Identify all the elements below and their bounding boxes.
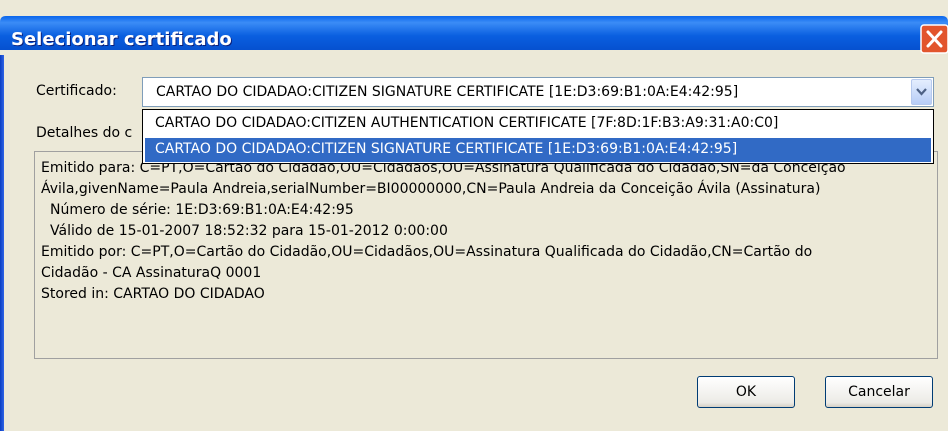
- close-icon: [920, 24, 948, 54]
- close-button[interactable]: [920, 24, 948, 54]
- cancel-button[interactable]: Cancelar: [825, 376, 933, 408]
- certificate-select-value: CARTAO DO CIDADAO:CITIZEN SIGNATURE CERT…: [156, 84, 739, 100]
- window-border: [0, 55, 4, 431]
- details-line: Número de série: 1E:D3:69:B1:0A:E4:42:95: [50, 202, 354, 218]
- dropdown-option-signature[interactable]: CARTAO DO CIDADAO:CITIZEN SIGNATURE CERT…: [145, 138, 931, 162]
- dropdown-button[interactable]: [911, 79, 932, 105]
- details-line: Cidadão - CA AssinaturaQ 0001: [41, 265, 262, 281]
- details-line: Emitido por: C=PT,O=Cartão do Cidadão,OU…: [41, 244, 813, 260]
- details-line: Válido de 15-01-2007 18:52:32 para 15-01…: [50, 223, 448, 239]
- chevron-down-icon: [916, 88, 927, 96]
- dropdown-option-authentication[interactable]: CARTAO DO CIDADAO:CITIZEN AUTHENTICATION…: [145, 112, 931, 136]
- certificate-label: Certificado:: [36, 83, 117, 99]
- details-line: Ávila,givenName=Paula Andreia,serialNumb…: [41, 181, 821, 197]
- certificate-select[interactable]: CARTAO DO CIDADAO:CITIZEN SIGNATURE CERT…: [142, 77, 934, 107]
- option-label: CARTAO DO CIDADAO:CITIZEN SIGNATURE CERT…: [155, 141, 738, 157]
- window-title: Selecionar certificado: [11, 29, 232, 50]
- ok-button[interactable]: OK: [697, 376, 795, 408]
- details-label: Detalhes do c: [36, 125, 133, 141]
- option-label: CARTAO DO CIDADAO:CITIZEN AUTHENTICATION…: [155, 115, 779, 131]
- title-bar[interactable]: Selecionar certificado: [0, 0, 948, 54]
- certificate-details: Emitido para: C=PT,O=Cartão do Cidadão,O…: [34, 151, 938, 359]
- certificate-dropdown-list: CARTAO DO CIDADAO:CITIZEN AUTHENTICATION…: [142, 109, 934, 164]
- certificate-dialog: Selecionar certificado Certificado: CART…: [0, 0, 948, 431]
- details-line: Stored in: CARTAO DO CIDADAO: [41, 286, 265, 302]
